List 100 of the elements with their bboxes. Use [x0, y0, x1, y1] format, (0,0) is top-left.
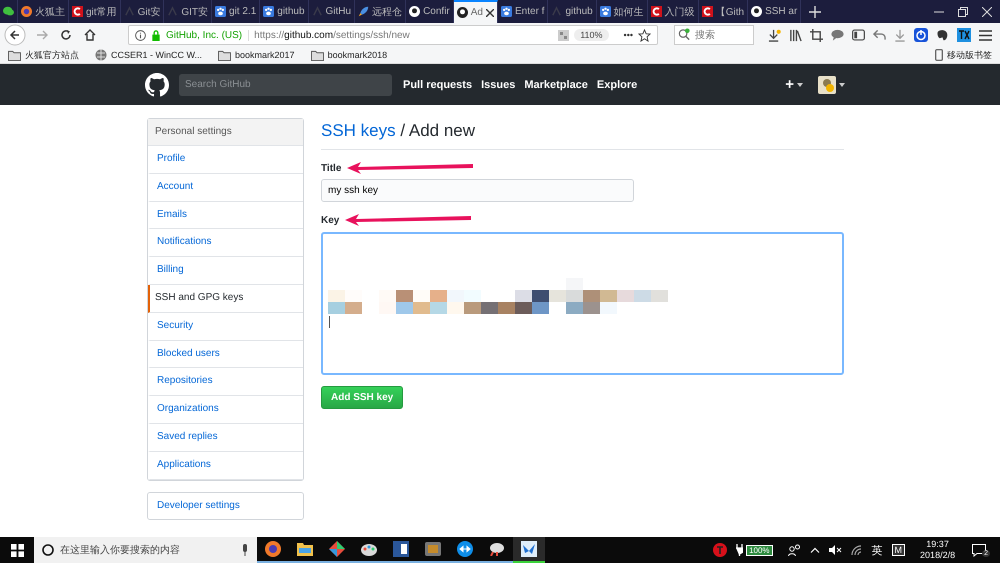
- faded-icon: [124, 6, 135, 17]
- nav-link[interactable]: Pull requests: [403, 78, 472, 90]
- cloud-icon: [489, 542, 505, 556]
- paw-icon: [215, 6, 226, 17]
- browser-logo-icon: [21, 6, 32, 17]
- rocket-icon: [358, 6, 370, 17]
- title-field[interactable]: my ssh key: [321, 179, 634, 202]
- diamond-icon: [329, 541, 345, 557]
- input-mode[interactable]: M: [892, 544, 906, 556]
- phone-icon: [935, 49, 943, 61]
- notification-icon: [972, 544, 986, 556]
- menu-heading: Personal settings: [148, 119, 303, 146]
- library-icon[interactable]: [789, 28, 802, 42]
- undo-icon[interactable]: [873, 29, 886, 41]
- new-tab-icon[interactable]: [809, 6, 822, 18]
- new-menu[interactable]: +: [785, 76, 794, 93]
- url-text: https://github.com/settings/ssh/new: [254, 30, 410, 40]
- bookmark[interactable]: bookmark2018: [310, 50, 388, 60]
- arrows-circle-icon: [457, 541, 473, 557]
- folder-icon: [8, 50, 21, 60]
- bookmark[interactable]: 火狐官方站点: [8, 48, 79, 62]
- crop-icon[interactable]: [810, 28, 823, 42]
- sidebar-item[interactable]: Blocked users: [148, 340, 303, 368]
- sidebar-item[interactable]: Saved replies: [148, 424, 303, 452]
- text-cursor: [329, 316, 330, 328]
- search-field[interactable]: Search GitHub: [179, 74, 392, 96]
- wifi-icon[interactable]: [850, 544, 863, 556]
- faded-icon: [551, 6, 562, 17]
- muted-speaker-icon[interactable]: [828, 545, 842, 555]
- taskbar-search[interactable]: 在这里输入你要搜索的内容: [34, 537, 257, 563]
- sidebar-icon[interactable]: [852, 29, 865, 41]
- search-icon: [678, 28, 691, 41]
- close-icon[interactable]: [486, 8, 494, 16]
- restore-icon[interactable]: [958, 6, 968, 16]
- home-icon[interactable]: [84, 29, 96, 41]
- microphone-icon[interactable]: [241, 544, 249, 556]
- chat-bubble-icon[interactable]: [831, 29, 844, 41]
- taskbar-app[interactable]: [513, 537, 545, 563]
- folder-icon: [310, 50, 324, 60]
- menu-icon[interactable]: [979, 30, 992, 40]
- breadcrumb-link[interactable]: SSH keys: [321, 121, 396, 140]
- sidebar-item[interactable]: Profile: [148, 146, 303, 174]
- faded-icon: [167, 6, 178, 17]
- sidebar-item[interactable]: SSH and GPG keys: [148, 284, 303, 313]
- faded-icon: [312, 6, 323, 17]
- sidebar-item[interactable]: Repositories: [148, 368, 303, 396]
- back-icon[interactable]: [4, 24, 26, 46]
- plug-icon[interactable]: [736, 544, 744, 556]
- chat-icon: [3, 6, 14, 17]
- sidebar-item[interactable]: Security: [148, 312, 303, 341]
- address-bar[interactable]: GitHub, Inc. (US) https://github.com/settings/ssh/new 110% •••: [128, 25, 658, 45]
- bookmark[interactable]: 移动版书签: [935, 48, 992, 62]
- windows-start-icon[interactable]: [11, 544, 24, 556]
- sidebar-item[interactable]: Organizations: [148, 396, 303, 424]
- sidebar-item[interactable]: Developer settings: [148, 492, 303, 520]
- c-logo-icon: [72, 6, 83, 17]
- site-identity: GitHub, Inc. (US): [166, 30, 250, 40]
- browser-logo-icon: [265, 541, 281, 557]
- reload-icon[interactable]: [60, 29, 72, 41]
- key-field[interactable]: [321, 232, 844, 375]
- bookmark[interactable]: bookmark2017: [218, 50, 295, 60]
- field-label: Title: [321, 162, 342, 174]
- download-icon[interactable]: [768, 28, 781, 42]
- power-icon[interactable]: [914, 28, 928, 42]
- palette-icon: [361, 541, 377, 557]
- sidebar-item[interactable]: Billing: [148, 257, 303, 285]
- octocat-logo-icon[interactable]: [145, 72, 169, 96]
- browser-tab[interactable]: Ad: [454, 0, 498, 23]
- star-icon[interactable]: [638, 28, 651, 42]
- tx-icon[interactable]: [957, 28, 971, 42]
- info-icon[interactable]: [135, 30, 146, 40]
- qr-code-icon[interactable]: [558, 30, 570, 40]
- c-logo-icon: [702, 6, 713, 17]
- t-badge-icon[interactable]: [713, 543, 728, 557]
- nav-link[interactable]: Explore: [596, 78, 638, 90]
- app-icon: [425, 542, 441, 556]
- input-language[interactable]: 英: [872, 542, 883, 558]
- paw-icon: [501, 6, 512, 17]
- bookmark[interactable]: CCSER1 - WinCC W...: [95, 49, 202, 61]
- sidebar-item[interactable]: Account: [148, 174, 303, 202]
- folder-icon: [218, 50, 232, 60]
- caret-icon[interactable]: [797, 82, 803, 86]
- folder-icon: [297, 542, 313, 556]
- chevron-up-icon[interactable]: [810, 547, 820, 553]
- battery-indicator[interactable]: 100%: [746, 544, 773, 556]
- avatar-icon[interactable]: [818, 76, 836, 94]
- paw-icon: [263, 6, 274, 17]
- caret-icon[interactable]: [839, 82, 845, 86]
- clock[interactable]: 19:37 2018/2/8: [920, 539, 956, 561]
- search-field[interactable]: 搜索: [674, 25, 754, 45]
- bird-icon: [521, 541, 537, 557]
- people-icon[interactable]: [788, 544, 801, 556]
- document-icon: [393, 541, 409, 557]
- zoom-level[interactable]: 110%: [574, 29, 609, 41]
- sidebar-item[interactable]: Applications: [148, 452, 303, 480]
- nav-link[interactable]: Issues: [481, 78, 516, 90]
- sidebar-item[interactable]: Emails: [148, 202, 303, 230]
- more-menu[interactable]: •••: [624, 30, 633, 40]
- nav-link[interactable]: Marketplace: [524, 78, 588, 90]
- sidebar-item[interactable]: Notifications: [148, 229, 303, 258]
